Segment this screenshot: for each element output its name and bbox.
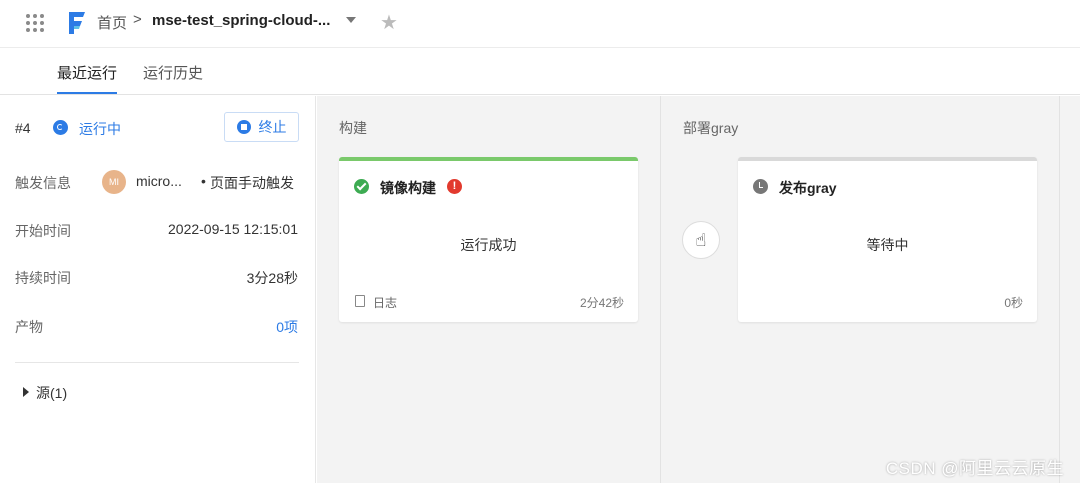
- avatar: MI: [102, 170, 126, 194]
- manual-trigger-button[interactable]: ☝: [682, 221, 720, 259]
- breadcrumb-separator: >: [133, 11, 142, 28]
- success-check-icon: [354, 179, 369, 194]
- breadcrumb-project-name[interactable]: mse-test_spring-cloud-...: [152, 12, 330, 29]
- duration-value: 3分28秒: [246, 270, 298, 286]
- watermark: CSDN @阿里云云原生: [885, 459, 1064, 478]
- stage-title-build: 构建: [339, 120, 367, 136]
- run-status: 运行中: [79, 121, 121, 137]
- job-name: 发布gray: [779, 180, 837, 196]
- tab-run-history[interactable]: 运行历史: [143, 62, 203, 83]
- artifacts-label: 产物: [15, 319, 43, 335]
- duration-label: 持续时间: [15, 270, 71, 286]
- job-status-bar: [738, 157, 1037, 161]
- stop-button[interactable]: 终止: [224, 112, 299, 142]
- run-number: #4: [15, 120, 31, 136]
- artifacts-link[interactable]: 0项: [276, 317, 298, 337]
- job-duration: 2分42秒: [579, 296, 624, 310]
- trigger-mode: 页面手动触发: [210, 175, 294, 191]
- caret-right-icon[interactable]: [23, 387, 29, 397]
- pipeline-stages: 构建 镜像构建 ! 运行成功 日志 2分42秒 ☝ 部署gray 发布gray …: [317, 96, 1080, 483]
- trigger-user[interactable]: micro...: [136, 173, 182, 189]
- job-card-image-build[interactable]: 镜像构建 ! 运行成功 日志 2分42秒: [339, 157, 638, 322]
- job-name: 镜像构建: [380, 180, 436, 196]
- stage-title-deploy-gray: 部署gray: [683, 120, 739, 136]
- stop-button-label: 终止: [258, 119, 287, 135]
- job-duration: 0秒: [1004, 296, 1023, 310]
- running-status-icon: [53, 120, 68, 135]
- top-bar: 首页 > mse-test_spring-cloud-... ★: [0, 0, 1080, 48]
- sources-toggle[interactable]: 源(1): [36, 383, 67, 403]
- job-status: 运行成功: [460, 237, 517, 253]
- chevron-down-icon[interactable]: [346, 17, 356, 23]
- log-link[interactable]: 日志: [373, 294, 397, 311]
- logo-icon[interactable]: [66, 10, 88, 36]
- stage-divider: [660, 96, 661, 483]
- start-time-label: 开始时间: [15, 223, 71, 239]
- tab-active-indicator: [57, 92, 117, 94]
- divider: [15, 362, 299, 363]
- run-info-panel: #4 运行中 终止 触发信息 MI micro... • 页面手动触发 开始时间…: [0, 96, 316, 483]
- trigger-label: 触发信息: [15, 175, 71, 191]
- tab-recent-runs[interactable]: 最近运行: [57, 62, 117, 83]
- error-alert-icon[interactable]: !: [447, 179, 462, 194]
- stage-divider: [1059, 96, 1060, 483]
- trigger-separator: •: [201, 173, 206, 189]
- star-icon[interactable]: ★: [380, 12, 398, 34]
- stop-icon: [236, 120, 251, 134]
- start-time-value: 2022-09-15 12:15:01: [168, 221, 298, 237]
- job-status-bar: [339, 157, 638, 161]
- clock-icon: [753, 179, 768, 194]
- tab-bar: 最近运行 运行历史: [0, 48, 1080, 95]
- log-file-icon[interactable]: [355, 295, 365, 307]
- breadcrumb-home[interactable]: 首页: [97, 12, 127, 33]
- hand-pointer-icon: ☝: [695, 229, 707, 250]
- apps-grid-icon[interactable]: [26, 14, 44, 32]
- job-card-publish-gray[interactable]: 发布gray 等待中 0秒: [738, 157, 1037, 322]
- job-status: 等待中: [866, 237, 909, 253]
